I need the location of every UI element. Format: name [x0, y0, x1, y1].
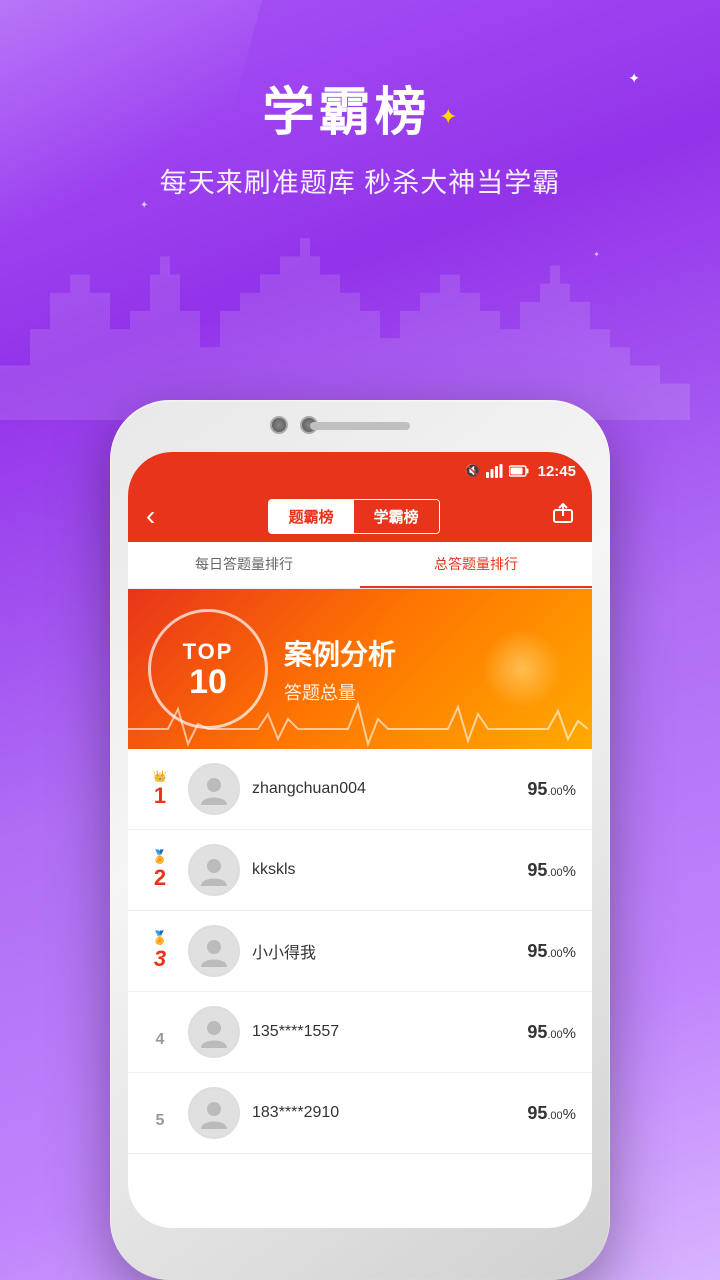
- avatar: [188, 1006, 240, 1058]
- num-text: 10: [189, 665, 227, 699]
- header-subtitle: 每天来刷准题库 秒杀大神当学霸: [0, 161, 720, 200]
- star-decoration2: ✦: [140, 200, 148, 211]
- wings-icon: 🏅: [144, 849, 176, 865]
- no-icon2: [144, 1096, 176, 1112]
- top10-badge: TOP 10: [148, 609, 268, 729]
- leader-name: zhangchuan004: [252, 780, 515, 798]
- battery-icon: [509, 465, 529, 477]
- status-time: 12:45: [538, 463, 576, 480]
- nav-tabs: 题霸榜 学霸榜: [268, 499, 440, 534]
- crown-icon: 👑: [144, 770, 176, 783]
- sub-tab-daily[interactable]: 每日答题量排行: [128, 542, 360, 588]
- leader-score: 95.00%: [527, 1103, 576, 1124]
- page-title: 学霸榜 ✦: [0, 70, 720, 145]
- mute-icon: 🔇: [464, 463, 480, 479]
- rank-number: 3: [154, 946, 166, 971]
- rank-number: 5: [156, 1112, 165, 1129]
- table-row: 🏅 2 kkskls 95.00%: [128, 830, 592, 911]
- rank-number: 4: [156, 1031, 165, 1048]
- leader-name: 小小得我: [252, 939, 515, 963]
- phone-mockup: 🔇 12:45 ‹: [110, 400, 610, 1280]
- table-row: 5 183****2910 95.00%: [128, 1073, 592, 1154]
- status-bar: 🔇 12:45: [128, 452, 592, 490]
- wings-icon2: 🏅: [144, 930, 176, 946]
- nav-bar: ‹ 题霸榜 学霸榜: [128, 490, 592, 542]
- leader-score: 95.00%: [527, 1022, 576, 1043]
- avatar: [188, 763, 240, 815]
- share-button[interactable]: [552, 502, 574, 530]
- sub-tabs: 每日答题量排行 总答题量排行: [128, 542, 592, 589]
- leaderboard: 👑 1 zhangchuan004 95.00%: [128, 749, 592, 1154]
- leader-name: 135****1557: [252, 1023, 515, 1041]
- banner-info: 案例分析 答题总量: [268, 617, 592, 721]
- phone-speaker: [310, 422, 410, 430]
- leader-score: 95.00%: [527, 860, 576, 881]
- table-row: 🏅 3 小小得我 95.00%: [128, 911, 592, 992]
- tab-xueba[interactable]: 学霸榜: [354, 500, 439, 533]
- star-decoration3: ✦: [593, 250, 600, 259]
- signal-icon: [486, 464, 504, 478]
- table-row: 4 135****1557 95.00%: [128, 992, 592, 1073]
- top-text: TOP: [183, 639, 234, 665]
- sparkle-icon: ✦: [439, 104, 457, 129]
- rank-number: 1: [154, 783, 166, 808]
- leader-name: kkskls: [252, 861, 515, 879]
- no-icon: [144, 1015, 176, 1031]
- leader-name: 183****2910: [252, 1104, 515, 1122]
- back-button[interactable]: ‹: [146, 500, 155, 532]
- table-row: 👑 1 zhangchuan004 95.00%: [128, 749, 592, 830]
- camera-left: [270, 416, 288, 434]
- leader-score: 95.00%: [527, 941, 576, 962]
- phone-screen: 🔇 12:45 ‹: [128, 452, 592, 1228]
- case-title: 案例分析: [284, 633, 576, 673]
- rank-number: 2: [154, 865, 166, 890]
- sub-tab-total[interactable]: 总答题量排行: [360, 542, 592, 588]
- star-decoration: ✦: [628, 70, 640, 87]
- tab-tiba[interactable]: 题霸榜: [269, 500, 354, 533]
- avatar: [188, 925, 240, 977]
- leader-score: 95.00%: [527, 779, 576, 800]
- avatar: [188, 844, 240, 896]
- case-sub: 答题总量: [284, 679, 576, 705]
- banner: TOP 10 案例分析 答题总量: [128, 589, 592, 749]
- avatar: [188, 1087, 240, 1139]
